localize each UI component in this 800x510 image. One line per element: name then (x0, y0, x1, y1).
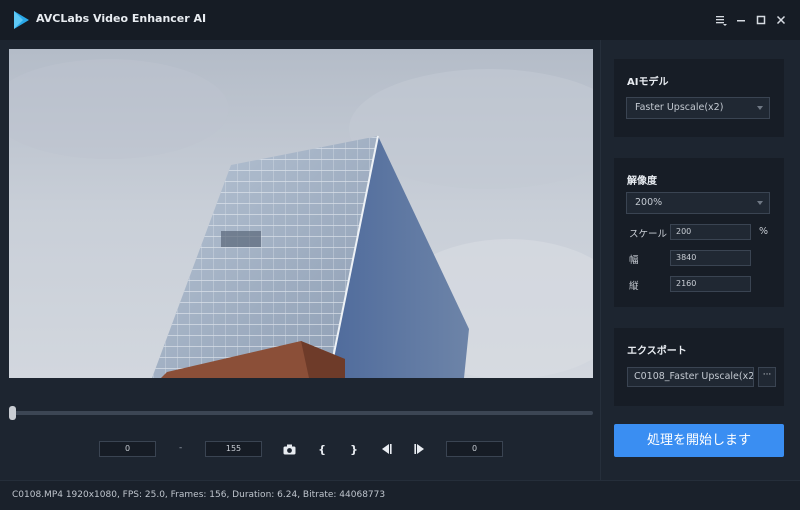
bracket-close-icon[interactable]: } (346, 441, 362, 457)
export-panel: エクスポート C0108_Faster Upscale(x2) ··· (614, 328, 784, 406)
width-label: 幅 (629, 255, 639, 266)
chevron-down-icon (757, 201, 763, 205)
maximize-icon[interactable] (751, 10, 771, 30)
status-bar: C0108.MP4 1920x1080, FPS: 25.0, Frames: … (0, 480, 800, 510)
resolution-title: 解像度 (627, 176, 657, 187)
resolution-panel: 解像度 200% スケール 200 % 幅 3840 縦 2160 (614, 158, 784, 307)
scale-input[interactable]: 200 (670, 224, 751, 240)
scale-unit: % (759, 226, 769, 237)
range-separator: - (179, 443, 183, 453)
resolution-value: 200% (635, 197, 663, 208)
ellipsis-icon[interactable]: ··· (758, 367, 776, 387)
timeline-handle[interactable] (9, 406, 16, 420)
start-frame-input[interactable]: 0 (99, 441, 156, 457)
bracket-open-icon[interactable]: { (314, 441, 330, 457)
file-info-text: C0108.MP4 1920x1080, FPS: 25.0, Frames: … (12, 490, 386, 500)
close-icon[interactable] (771, 10, 791, 30)
hamburger-menu-icon[interactable] (711, 10, 731, 30)
previous-frame-icon[interactable] (378, 441, 394, 457)
play-triangle-logo (14, 11, 29, 29)
building-image (9, 49, 593, 378)
width-input[interactable]: 3840 (670, 250, 751, 266)
ai-model-title: AIモデル (627, 77, 669, 88)
camera-icon[interactable] (281, 441, 297, 457)
minimize-icon[interactable] (731, 10, 751, 30)
next-frame-icon[interactable] (411, 441, 427, 457)
sidebar-divider (600, 40, 601, 480)
ai-model-select[interactable]: Faster Upscale(x2) (626, 97, 770, 119)
timeline-track[interactable] (12, 411, 593, 415)
ai-model-value: Faster Upscale(x2) (635, 102, 724, 113)
ai-model-panel: AIモデル Faster Upscale(x2) (614, 59, 784, 137)
chevron-down-icon (757, 106, 763, 110)
end-frame-input[interactable]: 155 (205, 441, 262, 457)
current-frame-input[interactable]: 0 (446, 441, 503, 457)
export-title: エクスポート (627, 346, 687, 357)
title-bar: AVCLabs Video Enhancer AI (0, 0, 800, 40)
app-title: AVCLabs Video Enhancer AI (36, 12, 207, 25)
height-input[interactable]: 2160 (670, 276, 751, 292)
height-label: 縦 (629, 281, 639, 292)
video-preview (9, 49, 593, 378)
start-processing-button[interactable]: 処理を開始します (614, 424, 784, 457)
scale-label: スケール (629, 229, 668, 240)
resolution-select[interactable]: 200% (626, 192, 770, 214)
export-filename-input[interactable]: C0108_Faster Upscale(x2) (627, 367, 754, 387)
